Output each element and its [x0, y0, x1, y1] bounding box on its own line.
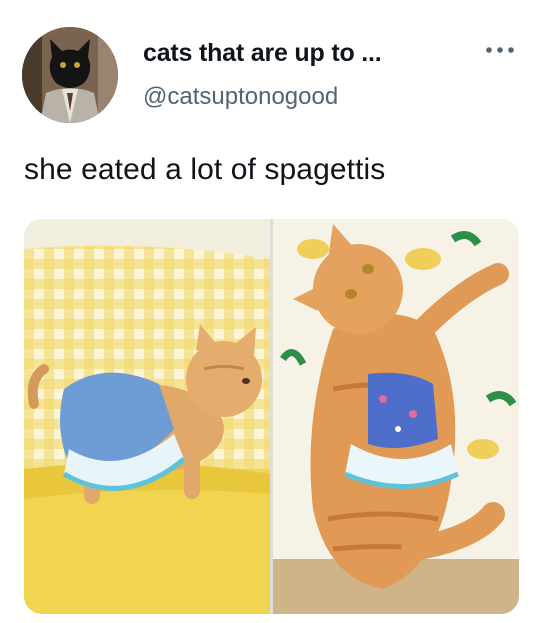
cat-avatar-image — [22, 27, 118, 123]
media-image-right[interactable] — [273, 219, 519, 614]
media-grid[interactable] — [24, 219, 519, 614]
media-image-left[interactable] — [24, 219, 270, 614]
avatar[interactable] — [22, 27, 118, 123]
author-handle[interactable]: @catsuptonogood — [143, 83, 338, 111]
author-name[interactable]: cats that are up to ... — [143, 39, 382, 68]
more-horizontal-icon — [486, 47, 514, 53]
cat-lying-photo — [273, 219, 519, 614]
tweet-card: cats that are up to ... @catsuptonogood … — [0, 0, 547, 623]
kitten-photo — [24, 219, 270, 614]
more-options-button[interactable] — [478, 36, 522, 64]
tweet-text: she eated a lot of spagettis — [24, 153, 386, 186]
